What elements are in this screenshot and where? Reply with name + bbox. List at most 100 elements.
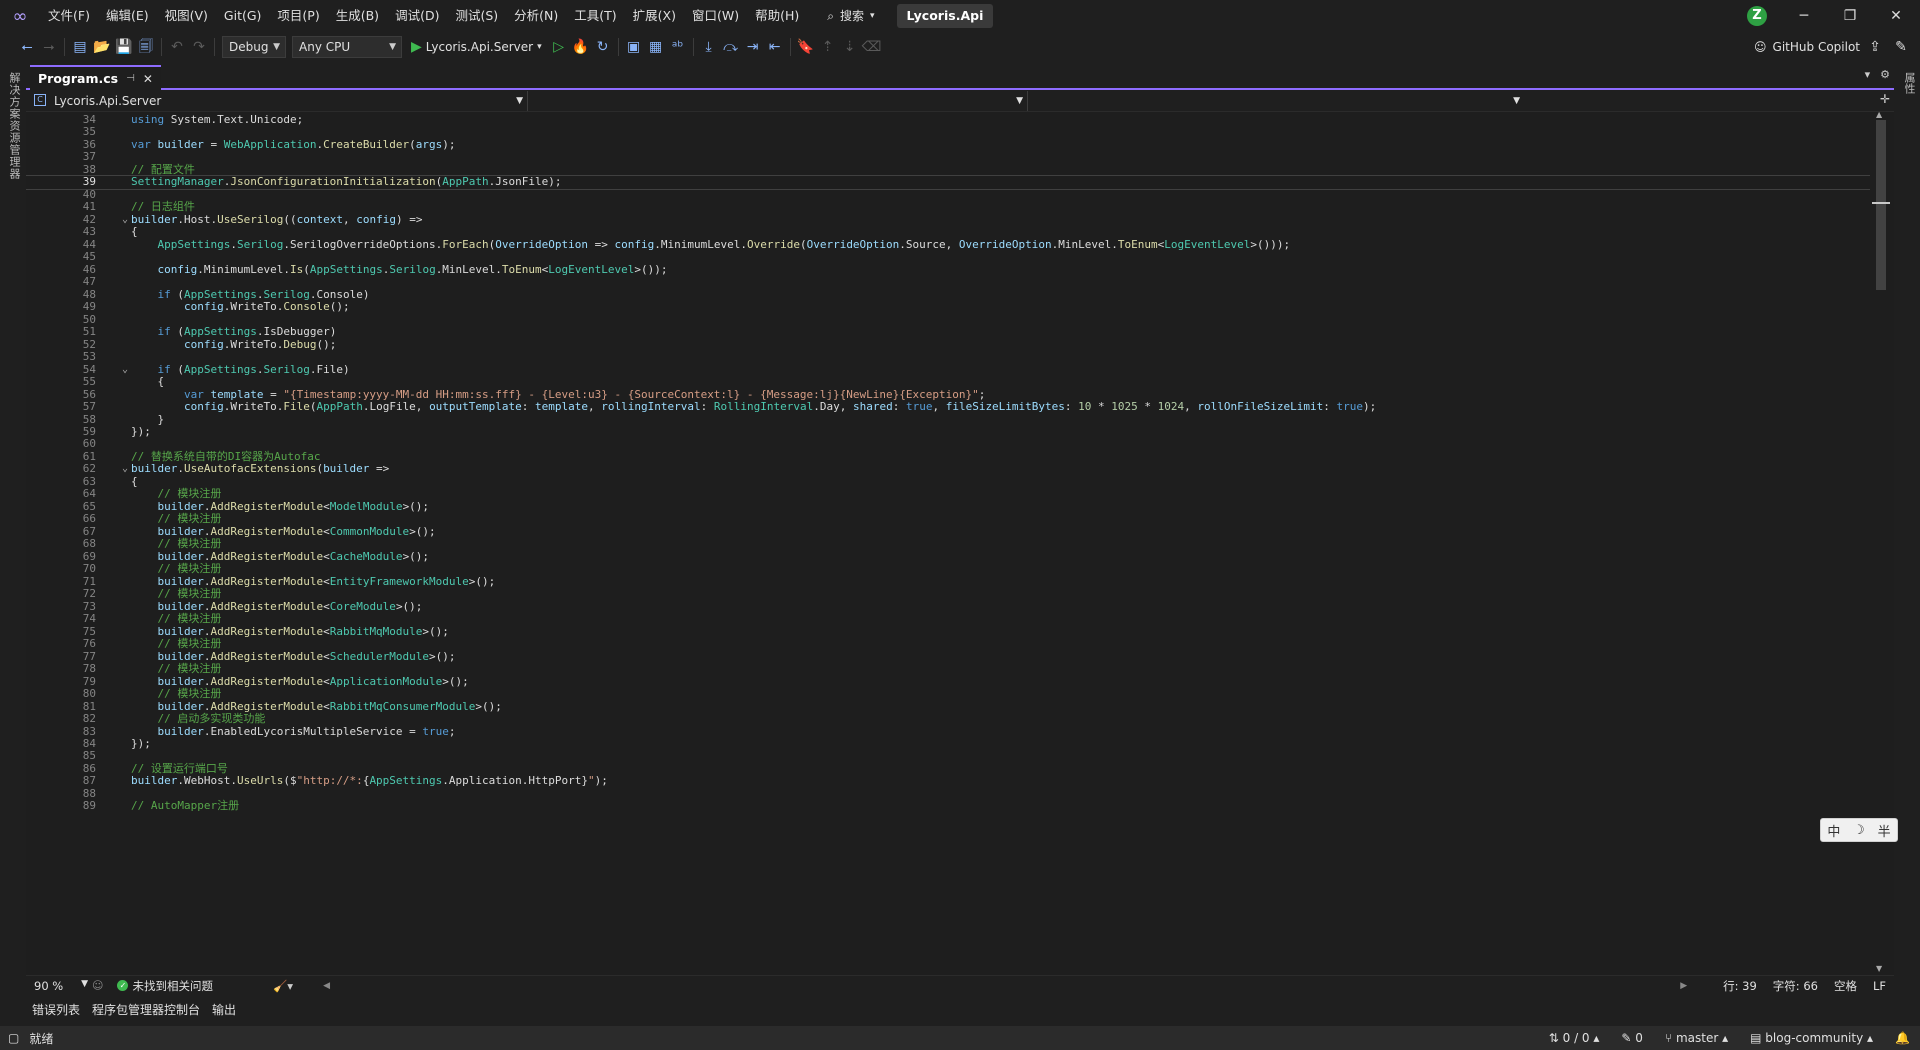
code-line[interactable]: 39 SettingManager.JsonConfigurationInitia… <box>26 175 1870 190</box>
feedback-icon[interactable]: ✎ <box>1890 36 1912 58</box>
menu-item[interactable]: 窗口(W) <box>684 0 747 32</box>
menu-item[interactable]: 分析(N) <box>506 0 566 32</box>
code-line[interactable]: 81 builder.AddRegisterModule<RabbitMqCon… <box>26 700 1870 713</box>
code-line[interactable]: 79 builder.AddRegisterModule<Application… <box>26 675 1870 688</box>
bookmark-icon[interactable]: 🔖 <box>795 36 817 58</box>
minimize-button[interactable]: ─ <box>1781 0 1827 32</box>
code-line[interactable]: 34 using System.Text.Unicode; <box>26 113 1870 126</box>
previous-bookmark-icon[interactable]: ⇡ <box>817 36 839 58</box>
code-line[interactable]: 58 } <box>26 413 1870 426</box>
step-into-icon[interactable]: ⤓ <box>698 36 720 58</box>
code-line[interactable]: 57 config.WriteTo.File(AppPath.LogFile, … <box>26 400 1870 413</box>
menu-item[interactable]: 项目(P) <box>269 0 327 32</box>
code-line[interactable]: 49 config.WriteTo.Console(); <box>26 300 1870 313</box>
tab-overflow-icon[interactable]: ▾ <box>1865 68 1871 81</box>
step-over-icon[interactable]: ⤼ <box>720 36 742 58</box>
code-line[interactable]: 71 builder.AddRegisterModule<EntityFrame… <box>26 575 1870 588</box>
undo-icon[interactable]: ↶ <box>166 36 188 58</box>
line-indicator[interactable]: 行: 39 <box>1723 978 1757 994</box>
tab-package-manager-console[interactable]: 程序包管理器控制台 <box>92 1001 200 1018</box>
hot-reload-icon[interactable]: 🔥 <box>570 36 592 58</box>
navigate-back-icon[interactable]: ⭠ <box>16 36 38 58</box>
settings-gear-icon[interactable]: ⚙ <box>1880 68 1890 81</box>
layout-icon[interactable]: ▦ <box>645 36 667 58</box>
code-line[interactable]: 89 // AutoMapper注册 <box>26 799 1870 812</box>
browser-link-icon[interactable]: ▣ <box>623 36 645 58</box>
code-line[interactable]: 88 <box>26 787 1870 800</box>
whitespace-indicator[interactable]: 空格 <box>1834 978 1857 994</box>
configuration-dropdown[interactable]: Debug ▼ <box>222 36 286 58</box>
ime-moon-icon[interactable]: ☽ <box>1853 823 1865 838</box>
tab-output[interactable]: 输出 <box>212 1001 236 1018</box>
pending-changes-button[interactable]: ✎ 0 <box>1621 1031 1643 1045</box>
code-line[interactable]: 37 <box>26 150 1870 163</box>
tab-error-list[interactable]: 错误列表 <box>32 1001 80 1018</box>
close-tab-icon[interactable]: ✕ <box>143 72 153 86</box>
menu-item[interactable]: 视图(V) <box>157 0 216 32</box>
clear-bookmarks-icon[interactable]: ⌫ <box>861 36 883 58</box>
code-editor[interactable]: 34 using System.Text.Unicode; 35 36 var buil… <box>26 112 1870 975</box>
git-sync-button[interactable]: ⇅ 0 / 0 ▴ <box>1549 1031 1600 1045</box>
scroll-up-icon[interactable]: ▲ <box>1876 110 1882 119</box>
project-dropdown[interactable]: C Lycoris.Api.Server ▼ <box>28 91 528 111</box>
char-indicator[interactable]: 字符: 66 <box>1773 978 1818 994</box>
start-debugging-button[interactable]: ▶ Lycoris.Api.Server ▾ <box>405 39 548 55</box>
code-line[interactable]: 75 builder.AddRegisterModule<RabbitMqMod… <box>26 625 1870 638</box>
code-line[interactable]: 63{ <box>26 475 1870 488</box>
save-icon[interactable]: 💾 <box>113 36 135 58</box>
code-line[interactable]: 83 builder.EnabledLycorisMultipleService… <box>26 725 1870 738</box>
menu-item[interactable]: 调试(D) <box>387 0 447 32</box>
code-line[interactable]: 40 <box>26 188 1870 201</box>
properties-tab[interactable]: 属性 <box>1901 72 1917 94</box>
next-bookmark-icon[interactable]: ⇣ <box>839 36 861 58</box>
ime-toolbar[interactable]: 中 ☽ 半 <box>1820 818 1898 842</box>
code-line[interactable]: 42 ⌄ builder.Host.UseSerilog((context, con… <box>26 213 1870 226</box>
indent-icon[interactable]: ⇥ <box>742 36 764 58</box>
code-line[interactable]: 73 builder.AddRegisterModule<CoreModule>… <box>26 600 1870 613</box>
zoom-dropdown[interactable]: 90 % ▼ <box>26 979 92 993</box>
scroll-down-icon[interactable]: ▼ <box>1876 964 1882 973</box>
refresh-icon[interactable]: ↻ <box>592 36 614 58</box>
menu-item[interactable]: 帮助(H) <box>747 0 807 32</box>
code-line[interactable]: 67 builder.AddRegisterModule<CommonModul… <box>26 525 1870 538</box>
solution-explorer-tab[interactable]: 解决方案资源管理器 <box>6 72 22 180</box>
fold-chevron-icon[interactable]: ⌄ <box>122 364 128 376</box>
code-cleanup-icon[interactable]: 🧹▾ <box>273 979 293 993</box>
vertical-scrollbar[interactable]: ▲ ▼ <box>1870 110 1894 975</box>
copilot-status-icon[interactable]: ☺ <box>92 979 103 992</box>
fold-chevron-icon[interactable]: ⌄ <box>122 463 128 475</box>
ime-mode-chinese[interactable]: 中 <box>1827 821 1840 840</box>
account-avatar[interactable]: Z <box>1747 6 1767 26</box>
menu-item[interactable]: 文件(F) <box>40 0 98 32</box>
repository-button[interactable]: ▤ blog-community ▴ <box>1750 1031 1873 1045</box>
code-line[interactable]: 65 builder.AddRegisterModule<ModelModule… <box>26 500 1870 513</box>
restore-button[interactable]: ❐ <box>1827 0 1873 32</box>
menu-item[interactable]: 扩展(X) <box>625 0 684 32</box>
code-line[interactable]: 87 builder.WebHost.UseUrls($"http://*:{Ap… <box>26 774 1870 787</box>
code-line[interactable]: 36 var builder = WebApplication.CreateBui… <box>26 138 1870 151</box>
code-line[interactable]: 46 config.MinimumLevel.Is(AppSettings.Se… <box>26 263 1870 276</box>
code-line[interactable]: 54 ⌄ if (AppSettings.Serilog.File) <box>26 363 1870 376</box>
open-file-icon[interactable]: 📂 <box>91 36 113 58</box>
close-window-button[interactable]: ✕ <box>1873 0 1919 32</box>
issues-indicator[interactable]: ✓ 未找到相关问题 <box>117 978 213 994</box>
scroll-left-icon[interactable]: ◀ <box>323 981 330 991</box>
code-line[interactable]: 69 builder.AddRegisterModule<CacheModule… <box>26 550 1870 563</box>
code-line[interactable]: 44 AppSettings.Serilog.SerilogOverrideOp… <box>26 238 1870 251</box>
code-line[interactable]: 52 config.WriteTo.Debug(); <box>26 338 1870 351</box>
pin-icon[interactable]: ⊣ <box>126 73 135 84</box>
notifications-bell-icon[interactable]: 🔔 <box>1895 1031 1910 1045</box>
menu-item[interactable]: 工具(T) <box>566 0 624 32</box>
tab-program-cs[interactable]: Program.cs ⊣ ✕ <box>30 65 161 90</box>
code-line[interactable]: 77 builder.AddRegisterModule<SchedulerMo… <box>26 650 1870 663</box>
menu-item[interactable]: Git(G) <box>216 0 270 32</box>
split-editor-icon[interactable]: ✛ <box>1880 92 1890 106</box>
member-dropdown[interactable]: ▼ <box>1028 91 1524 111</box>
menu-item[interactable]: 编辑(E) <box>98 0 157 32</box>
fold-chevron-icon[interactable]: ⌄ <box>122 214 128 226</box>
code-line[interactable]: 84}); <box>26 737 1870 750</box>
start-without-debugging-icon[interactable]: ▷ <box>548 36 570 58</box>
ime-halfwidth[interactable]: 半 <box>1878 821 1891 840</box>
code-line[interactable]: 62 ⌄ builder.UseAutofacExtensions(builder … <box>26 462 1870 475</box>
solution-name-badge[interactable]: Lycoris.Api <box>896 4 994 28</box>
